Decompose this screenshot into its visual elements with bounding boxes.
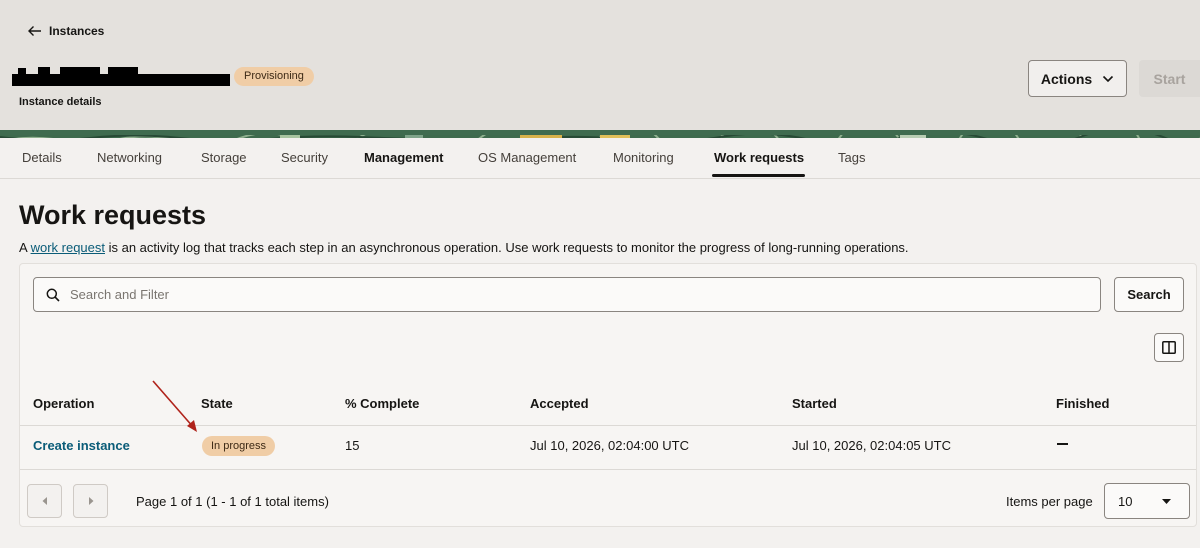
- caret-left-icon: [42, 497, 47, 505]
- operation-link[interactable]: Create instance: [33, 438, 130, 453]
- finished-cell-empty-dash: [1057, 443, 1068, 445]
- tab-storage[interactable]: Storage: [201, 150, 247, 165]
- instance-details-subtitle: Instance details: [19, 96, 102, 108]
- back-link-label: Instances: [49, 24, 105, 38]
- search-icon: [46, 288, 60, 302]
- instance-tabs: Details Networking Storage Security Mana…: [0, 138, 1200, 179]
- description-suffix: is an activity log that tracks each step…: [105, 240, 909, 255]
- previous-page-button[interactable]: [27, 484, 62, 518]
- tab-tags[interactable]: Tags: [838, 150, 865, 165]
- caret-down-icon: [1162, 498, 1171, 504]
- tab-security[interactable]: Security: [281, 150, 328, 165]
- page-description: A work request is an activity log that t…: [19, 240, 909, 255]
- column-header-finished[interactable]: Finished: [1056, 396, 1109, 411]
- items-per-page-select[interactable]: 10: [1104, 483, 1190, 519]
- search-button[interactable]: Search: [1114, 277, 1184, 312]
- next-page-button[interactable]: [73, 484, 108, 518]
- tab-monitoring[interactable]: Monitoring: [613, 150, 674, 165]
- description-prefix: A: [19, 240, 31, 255]
- back-to-instances-link[interactable]: Instances: [27, 24, 104, 38]
- tab-management[interactable]: Management: [364, 150, 443, 165]
- items-per-page-value: 10: [1118, 493, 1133, 509]
- state-badge: In progress: [202, 436, 276, 456]
- active-tab-indicator: [712, 174, 805, 177]
- column-header-accepted[interactable]: Accepted: [530, 396, 589, 411]
- caret-right-icon: [88, 497, 93, 505]
- chevron-down-icon: [1103, 75, 1114, 82]
- search-input[interactable]: [70, 287, 970, 302]
- work-request-link[interactable]: work request: [31, 240, 105, 255]
- manage-columns-button[interactable]: [1154, 333, 1184, 362]
- redacted-instance-name: [12, 65, 230, 87]
- annotation-arrow: [152, 380, 197, 432]
- column-header-started[interactable]: Started: [792, 396, 837, 411]
- column-header-operation[interactable]: Operation: [33, 396, 94, 411]
- items-per-page-label: Items per page: [1006, 494, 1093, 509]
- accepted-cell: Jul 10, 2026, 02:04:00 UTC: [530, 438, 689, 453]
- column-header-percent-complete[interactable]: % Complete: [345, 396, 419, 411]
- started-cell: Jul 10, 2026, 02:04:05 UTC: [792, 438, 951, 453]
- column-header-state[interactable]: State: [201, 396, 233, 411]
- actions-label: Actions: [1040, 70, 1093, 87]
- tab-details[interactable]: Details: [22, 150, 62, 165]
- page-header: Instances Provisioning Instance details …: [0, 0, 1200, 132]
- actions-dropdown-button[interactable]: Actions: [1028, 60, 1127, 97]
- percent-complete-cell: 15: [345, 438, 360, 453]
- tab-work-requests[interactable]: Work requests: [714, 150, 804, 165]
- start-button[interactable]: Start: [1139, 60, 1200, 97]
- pagination-summary: Page 1 of 1 (1 - 1 of 1 total items): [136, 494, 329, 509]
- provisioning-status-badge: Provisioning: [234, 67, 314, 86]
- tab-networking[interactable]: Networking: [97, 150, 162, 165]
- search-and-filter-field[interactable]: [33, 277, 1101, 312]
- decorative-banner-strip: [0, 130, 1200, 138]
- table-row-divider: [20, 469, 1196, 470]
- arrow-left-icon: [28, 26, 41, 36]
- tab-os-management[interactable]: OS Management: [478, 150, 576, 165]
- columns-icon: [1162, 341, 1176, 354]
- page-title: Work requests: [19, 200, 207, 230]
